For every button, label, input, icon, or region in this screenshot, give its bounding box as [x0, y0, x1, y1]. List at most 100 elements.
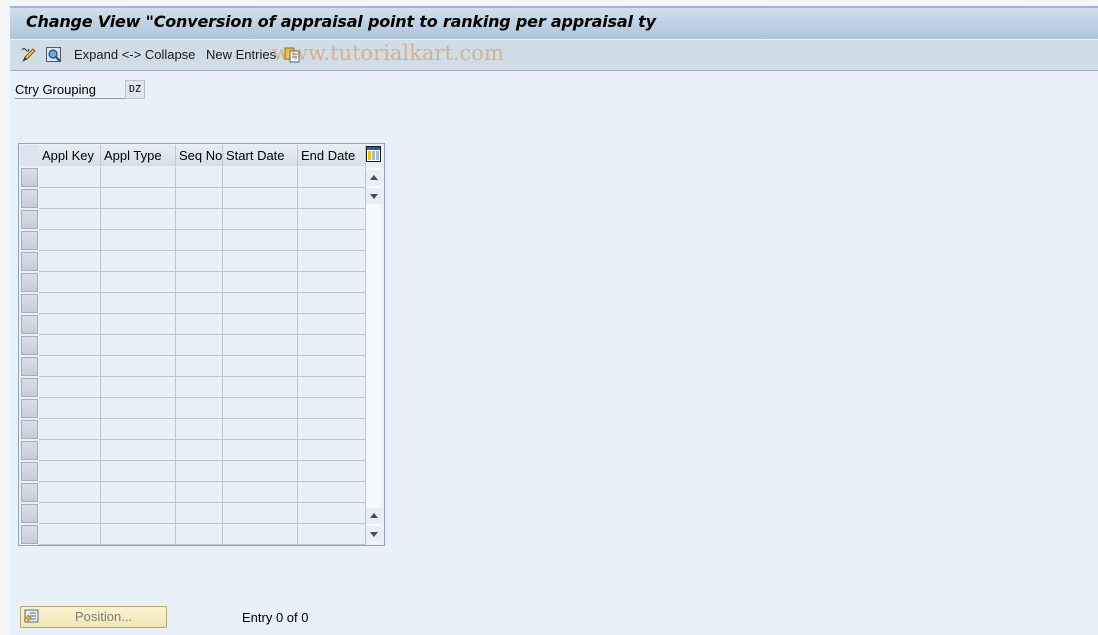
table-cell-start-date[interactable] [223, 272, 298, 293]
table-cell-appl-type[interactable] [101, 230, 176, 251]
table-cell-appl-type[interactable] [101, 293, 176, 314]
table-cell-appl-key[interactable] [39, 398, 101, 419]
table-cell-appl-type[interactable] [101, 188, 176, 209]
table-cell-seq-no[interactable] [176, 314, 223, 335]
row-selector[interactable] [21, 210, 38, 229]
row-selector[interactable] [21, 189, 38, 208]
row-selector[interactable] [21, 483, 38, 502]
table-cell-seq-no[interactable] [176, 524, 223, 545]
table-cell-appl-key[interactable] [39, 188, 101, 209]
table-cell-appl-type[interactable] [101, 251, 176, 272]
table-row[interactable] [20, 440, 366, 461]
table-cell-end-date[interactable] [298, 314, 366, 335]
table-cell-seq-no[interactable] [176, 419, 223, 440]
table-cell-seq-no[interactable] [176, 377, 223, 398]
table-cell-seq-no[interactable] [176, 482, 223, 503]
display-change-icon[interactable] [20, 46, 38, 64]
row-selector[interactable] [21, 168, 38, 187]
table-cell-appl-type[interactable] [101, 356, 176, 377]
table-cell-start-date[interactable] [223, 314, 298, 335]
table-cell-start-date[interactable] [223, 419, 298, 440]
table-row[interactable] [20, 503, 366, 524]
table-cell-appl-key[interactable] [39, 524, 101, 545]
table-cell-appl-key[interactable] [39, 251, 101, 272]
table-cell-appl-type[interactable] [101, 524, 176, 545]
table-row[interactable] [20, 293, 366, 314]
table-cell-appl-type[interactable] [101, 482, 176, 503]
table-row[interactable] [20, 419, 366, 440]
table-cell-seq-no[interactable] [176, 272, 223, 293]
table-cell-start-date[interactable] [223, 209, 298, 230]
table-cell-start-date[interactable] [223, 503, 298, 524]
vertical-scrollbar[interactable] [366, 168, 381, 543]
table-cell-seq-no[interactable] [176, 398, 223, 419]
table-cell-end-date[interactable] [298, 272, 366, 293]
table-row[interactable] [20, 377, 366, 398]
table-cell-end-date[interactable] [298, 461, 366, 482]
table-cell-appl-type[interactable] [101, 209, 176, 230]
table-cell-end-date[interactable] [298, 398, 366, 419]
row-selector[interactable] [21, 525, 38, 544]
row-selector[interactable] [21, 399, 38, 418]
table-cell-appl-type[interactable] [101, 461, 176, 482]
table-cell-seq-no[interactable] [176, 503, 223, 524]
table-cell-start-date[interactable] [223, 356, 298, 377]
find-icon[interactable] [45, 46, 63, 64]
column-header-appl-type[interactable]: Appl Type [101, 145, 176, 166]
table-cell-seq-no[interactable] [176, 461, 223, 482]
table-cell-start-date[interactable] [223, 167, 298, 188]
table-cell-appl-type[interactable] [101, 335, 176, 356]
table-cell-appl-key[interactable] [39, 503, 101, 524]
table-cell-seq-no[interactable] [176, 440, 223, 461]
table-cell-end-date[interactable] [298, 356, 366, 377]
column-header-end-date[interactable]: End Date [298, 145, 366, 166]
table-row[interactable] [20, 335, 366, 356]
table-cell-appl-type[interactable] [101, 398, 176, 419]
table-row[interactable] [20, 398, 366, 419]
table-cell-appl-key[interactable] [39, 314, 101, 335]
page-up-button[interactable] [366, 508, 381, 524]
table-cell-appl-key[interactable] [39, 356, 101, 377]
table-cell-start-date[interactable] [223, 230, 298, 251]
table-row[interactable] [20, 356, 366, 377]
table-cell-seq-no[interactable] [176, 356, 223, 377]
table-cell-start-date[interactable] [223, 335, 298, 356]
column-header-appl-key[interactable]: Appl Key [39, 145, 101, 166]
table-cell-end-date[interactable] [298, 482, 366, 503]
table-row[interactable] [20, 524, 366, 545]
table-cell-end-date[interactable] [298, 503, 366, 524]
table-cell-end-date[interactable] [298, 167, 366, 188]
row-selector[interactable] [21, 315, 38, 334]
table-cell-seq-no[interactable] [176, 293, 223, 314]
table-row[interactable] [20, 314, 366, 335]
row-selector[interactable] [21, 441, 38, 460]
new-entries-button[interactable]: New Entries [206, 47, 276, 62]
table-cell-start-date[interactable] [223, 461, 298, 482]
table-cell-appl-type[interactable] [101, 314, 176, 335]
row-selector[interactable] [21, 462, 38, 481]
table-row[interactable] [20, 230, 366, 251]
row-selector[interactable] [21, 231, 38, 250]
table-cell-appl-type[interactable] [101, 419, 176, 440]
table-cell-appl-key[interactable] [39, 167, 101, 188]
scroll-up-button[interactable] [366, 170, 381, 186]
table-cell-appl-type[interactable] [101, 503, 176, 524]
row-selector[interactable] [21, 378, 38, 397]
table-cell-appl-key[interactable] [39, 293, 101, 314]
table-row[interactable] [20, 272, 366, 293]
table-cell-appl-type[interactable] [101, 440, 176, 461]
table-cell-start-date[interactable] [223, 188, 298, 209]
table-cell-end-date[interactable] [298, 377, 366, 398]
column-header-seq-no[interactable]: Seq No [176, 145, 223, 166]
table-cell-end-date[interactable] [298, 209, 366, 230]
table-cell-seq-no[interactable] [176, 188, 223, 209]
table-cell-appl-key[interactable] [39, 461, 101, 482]
table-cell-end-date[interactable] [298, 230, 366, 251]
table-cell-appl-type[interactable] [101, 167, 176, 188]
scroll-down-button[interactable] [366, 188, 381, 204]
position-button[interactable]: Position... [20, 606, 167, 628]
row-selector[interactable] [21, 252, 38, 271]
table-row[interactable] [20, 209, 366, 230]
table-row[interactable] [20, 188, 366, 209]
table-cell-start-date[interactable] [223, 251, 298, 272]
